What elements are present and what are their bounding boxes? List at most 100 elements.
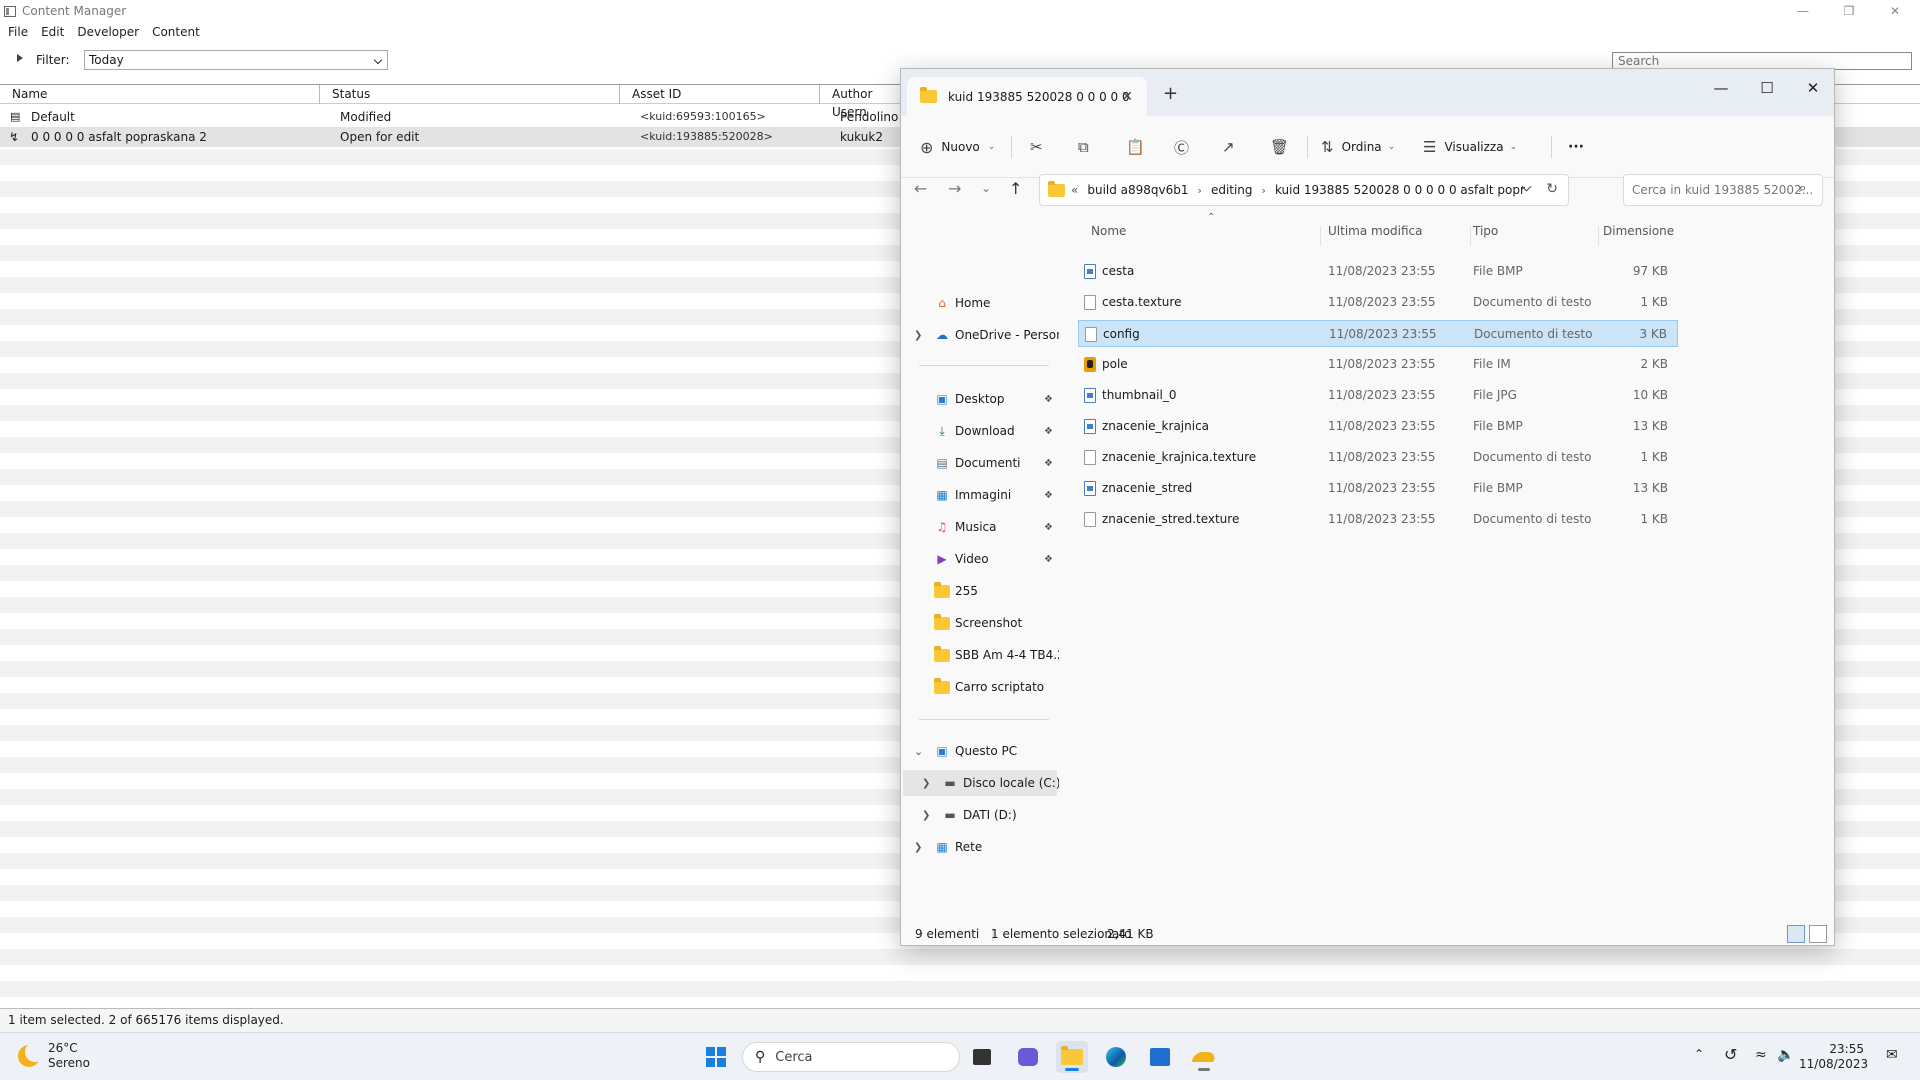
nav-item-drive-c[interactable]: ❯ ▬ Disco locale (C:) [903, 770, 1059, 796]
chevron-right-icon[interactable]: ❯ [922, 778, 930, 789]
file-row[interactable]: znacenie_krajnica 11/08/2023 23:55 File BM… [1078, 413, 1678, 440]
app-icon [4, 5, 16, 17]
nav-item-home[interactable]: ⌂ Home [901, 290, 1059, 316]
chevron-down-icon[interactable]: ⌄ [914, 745, 923, 758]
restore-button[interactable]: ❐ [1826, 0, 1872, 22]
taskbar-search[interactable]: ⚲ Cerca [742, 1042, 960, 1072]
store-button[interactable] [1144, 1041, 1176, 1073]
filter-select[interactable]: Today [84, 50, 388, 70]
nav-item-download[interactable]: ⤓ Download ❖ [901, 418, 1059, 444]
menu-content[interactable]: Content [152, 25, 200, 39]
clock-date: 11/08/2023 [1799, 1057, 1869, 1071]
close-button[interactable]: ✕ [1872, 0, 1918, 22]
view-button[interactable]: ☰ Visualizza ⌄ [1423, 132, 1517, 162]
minimize-button[interactable]: — [1698, 73, 1744, 103]
nav-item-folder-sbb[interactable]: SBB Am 4-4 TB4.2 [901, 642, 1059, 668]
column-header-size[interactable]: Dimensione [1603, 224, 1674, 246]
chevron-right-icon[interactable]: ❯ [922, 810, 930, 821]
nav-item-pictures[interactable]: ▦ Immagini ❖ [901, 482, 1059, 508]
search-icon[interactable]: ⌕ [1799, 181, 1806, 196]
recent-chevron-icon[interactable]: ⌄ [981, 181, 991, 195]
file-row[interactable]: config 11/08/2023 23:55 Documento di testo… [1078, 320, 1678, 347]
nav-item-documents[interactable]: ▤ Documenti ❖ [901, 450, 1059, 476]
file-row[interactable]: cesta 11/08/2023 23:55 File BMP 97 KB [1078, 258, 1678, 285]
new-button-label: Nuovo [941, 140, 980, 154]
expand-arrow-icon[interactable] [17, 54, 23, 62]
new-button[interactable]: ⊕ Nuovo ⌄ [920, 132, 995, 162]
nav-item-desktop[interactable]: ▣ Desktop ❖ [901, 386, 1059, 412]
file-explorer-taskbar-button[interactable] [1056, 1041, 1088, 1073]
column-header-type[interactable]: Tipo [1473, 224, 1498, 246]
clock[interactable]: 23:55 11/08/2023 [1799, 1042, 1869, 1072]
copy-button[interactable]: ⧉ [1078, 132, 1089, 162]
file-row[interactable]: thumbnail_0 11/08/2023 23:55 File JPG 10 KB [1078, 382, 1678, 409]
filter-label: Filter: [36, 53, 70, 67]
teams-chat-button[interactable] [1012, 1041, 1044, 1073]
edge-button[interactable] [1100, 1041, 1132, 1073]
nav-item-drive-d[interactable]: ❯ ▬ DATI (D:) [901, 802, 1059, 828]
file-list: ⌃ Nome Ultima modifica Tipo Dimensione c… [1068, 212, 1828, 904]
menu-file[interactable]: File [8, 25, 28, 39]
home-icon: ⌂ [938, 296, 946, 310]
nav-item-this-pc[interactable]: ⌄ ▣ Questo PC [901, 738, 1059, 764]
explorer-search-input[interactable] [1623, 174, 1823, 206]
search-icon: ⚲ [755, 1049, 766, 1065]
column-header-author[interactable]: Author Usern [828, 85, 908, 119]
nav-item-folder-screenshot[interactable]: Screenshot [901, 610, 1059, 636]
task-view-button[interactable] [966, 1041, 998, 1073]
nav-item-network[interactable]: ❯ ▦ Rete [901, 834, 1059, 860]
column-header-status[interactable]: Status [328, 85, 620, 104]
sync-icon[interactable]: ↺ [1724, 1045, 1737, 1064]
file-row[interactable]: znacenie_stred.texture 11/08/2023 23:55 Do… [1078, 506, 1678, 533]
address-bar[interactable]: « build a898qv6b1 › editing › kuid 19388… [1039, 174, 1569, 206]
share-button[interactable]: ↗ [1222, 132, 1235, 162]
forward-arrow-icon[interactable]: → [948, 179, 961, 198]
chevron-right-icon[interactable]: ❯ [914, 330, 922, 341]
breadcrumb-overflow[interactable]: « [1071, 183, 1078, 197]
file-size: 13 KB [1632, 419, 1668, 433]
file-row[interactable]: znacenie_stred 11/08/2023 23:55 File BMP 13… [1078, 475, 1678, 502]
column-header-asset-id[interactable]: Asset ID [628, 85, 820, 104]
explorer-tab[interactable]: kuid 193885 520028 0 0 0 0 0 ✕ [907, 77, 1147, 116]
trainz-app-button[interactable] [1188, 1041, 1220, 1073]
breadcrumb-item[interactable]: kuid 193885 520028 0 0 0 0 0 asfalt popr [1275, 183, 1525, 197]
details-view-button[interactable] [1787, 925, 1805, 943]
maximize-button[interactable]: ☐ [1744, 73, 1790, 103]
nav-item-music[interactable]: ♫ Musica ❖ [901, 514, 1059, 540]
nav-item-folder-carro[interactable]: Carro scriptato [901, 674, 1059, 700]
rename-button[interactable]: Ⓒ [1174, 132, 1189, 162]
nav-item-video[interactable]: ▶ Video ❖ [901, 546, 1059, 572]
menu-edit[interactable]: Edit [41, 25, 64, 39]
back-arrow-icon[interactable]: ← [914, 179, 927, 198]
breadcrumb-item[interactable]: editing [1211, 183, 1253, 197]
file-row[interactable]: pole 11/08/2023 23:55 File IM 2 KB [1078, 351, 1678, 378]
close-button[interactable]: ✕ [1790, 73, 1834, 103]
notifications-icon[interactable]: ✉ [1886, 1047, 1898, 1063]
minimize-button[interactable]: — [1780, 0, 1826, 22]
paste-button[interactable]: 📋 [1126, 132, 1145, 162]
more-options-button[interactable]: ··· [1568, 132, 1584, 162]
file-row[interactable]: cesta.texture 11/08/2023 23:55 Documento d… [1078, 289, 1678, 316]
chevron-up-icon[interactable]: ⌃ [1694, 1047, 1704, 1061]
tab-close-icon[interactable]: ✕ [1121, 89, 1133, 105]
breadcrumb-item[interactable]: build a898qv6b1 [1087, 183, 1188, 197]
weather-widget[interactable]: 26°C Sereno [18, 1041, 90, 1071]
file-row[interactable]: znacenie_krajnica.texture 11/08/2023 23:5… [1078, 444, 1678, 471]
column-header-name[interactable]: Name [8, 85, 320, 104]
nav-item-onedrive[interactable]: ❯ ☁ OneDrive - Persona [901, 322, 1059, 348]
cut-button[interactable]: ✂ [1030, 132, 1043, 162]
delete-button[interactable]: 🗑 [1270, 132, 1289, 162]
sort-button[interactable]: ⇅ Ordina ⌄ [1321, 132, 1395, 162]
new-tab-button[interactable]: + [1163, 83, 1178, 104]
nav-item-folder-255[interactable]: 255 [901, 578, 1059, 604]
column-header-name[interactable]: Nome [1091, 224, 1126, 246]
menu-developer[interactable]: Developer [77, 25, 139, 39]
start-button[interactable] [700, 1041, 732, 1073]
column-header-modified[interactable]: Ultima modifica [1328, 224, 1423, 246]
refresh-icon[interactable]: ↻ [1546, 181, 1558, 197]
volume-icon[interactable]: 🔈 [1777, 1047, 1794, 1063]
up-arrow-icon[interactable]: ↑ [1009, 179, 1022, 198]
wifi-icon[interactable]: ≈ [1755, 1047, 1767, 1063]
tiles-view-button[interactable] [1809, 925, 1827, 943]
chevron-right-icon[interactable]: ❯ [914, 842, 922, 853]
